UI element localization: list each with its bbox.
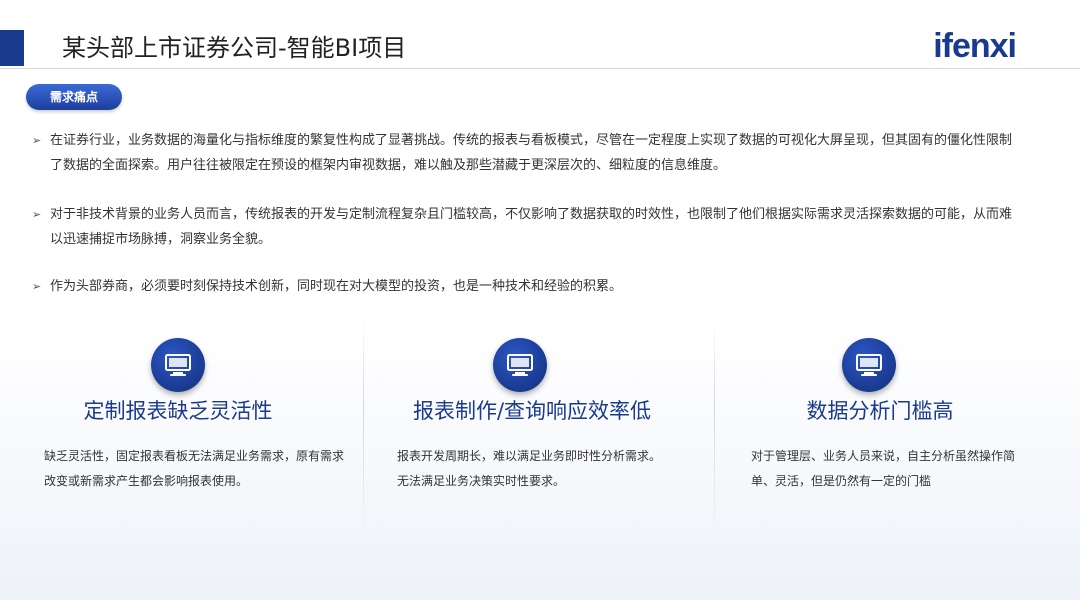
section-label-pill: 需求痛点 [26, 84, 122, 110]
monitor-icon [151, 338, 205, 392]
pain-point-card-1: 定制报表缺乏灵活性 缺乏灵活性，固定报表看板无法满足业务需求，原有需求改变或新需… [40, 332, 344, 552]
card-title: 定制报表缺乏灵活性 [83, 399, 273, 423]
card-description: 报表开发周期长，难以满足业务即时性分析需求。无法满足业务决策实时性要求。 [397, 449, 662, 488]
monitor-icon [842, 338, 896, 392]
bullet-item-3: ➢ 作为头部券商，必须要时刻保持技术创新，同时现在对大模型的投资，也是一种技术和… [32, 274, 1022, 299]
bullet-text: 在证券行业，业务数据的海量化与指标维度的繁复性构成了显著挑战。传统的报表与看板模… [50, 133, 1013, 173]
bullet-arrow-icon: ➢ [32, 208, 42, 221]
pain-point-card-2: 报表制作/查询响应效率低 报表开发周期长，难以满足业务即时性分析需求。无法满足业… [380, 332, 680, 552]
page-title: 某头部上市证券公司-智能BI项目 [62, 34, 407, 62]
bullet-arrow-icon: ➢ [32, 280, 42, 293]
column-divider [363, 318, 364, 542]
header-accent-block [0, 30, 24, 66]
card-title: 数据分析门槛高 [806, 399, 954, 423]
column-divider [714, 318, 715, 542]
ifenxi-logo: ifenxi [933, 27, 1017, 65]
monitor-icon [493, 338, 547, 392]
card-description: 缺乏灵活性，固定报表看板无法满足业务需求，原有需求改变或新需求产生都会影响报表使… [44, 449, 345, 488]
header-divider [0, 68, 1080, 69]
card-title: 报表制作/查询响应效率低 [412, 399, 652, 423]
card-description: 对于管理层、业务人员来说，自主分析虽然操作简单、灵活，但是仍然有一定的门槛 [751, 449, 1016, 488]
bullet-arrow-icon: ➢ [32, 134, 42, 147]
pain-point-card-3: 数据分析门槛高 对于管理层、业务人员来说，自主分析虽然操作简单、灵活，但是仍然有… [740, 332, 1040, 552]
bullet-text: 对于非技术背景的业务人员而言，传统报表的开发与定制流程复杂且门槛较高，不仅影响了… [50, 207, 1013, 247]
bullet-text: 作为头部券商，必须要时刻保持技术创新，同时现在对大模型的投资，也是一种技术和经验… [50, 279, 623, 294]
bullet-item-1: ➢ 在证券行业，业务数据的海量化与指标维度的繁复性构成了显著挑战。传统的报表与看… [32, 128, 1022, 178]
bullet-item-2: ➢ 对于非技术背景的业务人员而言，传统报表的开发与定制流程复杂且门槛较高，不仅影… [32, 202, 1022, 252]
